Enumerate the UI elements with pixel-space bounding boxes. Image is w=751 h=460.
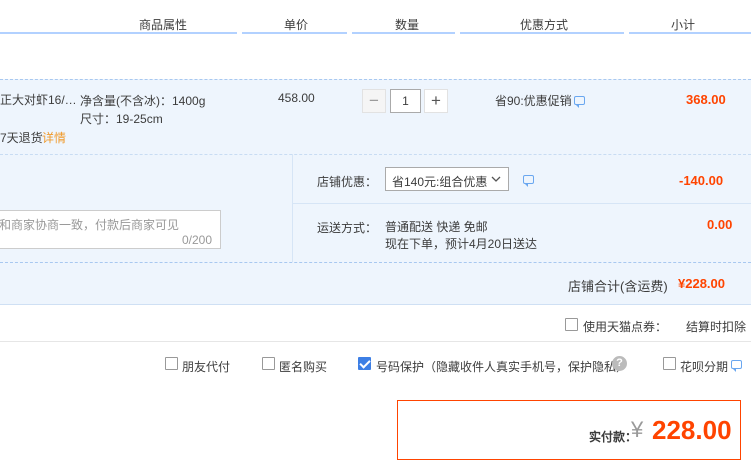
header-quantity: 数量 <box>395 18 420 32</box>
payment-summary-box: 实付款： ¥ 228.00 <box>397 400 741 460</box>
anonymous-label: 匿名购买 <box>279 360 328 374</box>
friend-pay-label: 朋友代付 <box>182 360 231 374</box>
shipping-fee: 0.00 <box>707 217 733 232</box>
divider <box>292 203 751 204</box>
shipping-eta: 现在下单，预计4月20日送达 <box>385 237 538 251</box>
chat-icon[interactable] <box>731 360 742 372</box>
huabei-checkbox[interactable] <box>663 357 676 370</box>
quantity-input[interactable]: 1 <box>390 89 421 113</box>
points-deduct-note: 结算时扣除 <box>686 320 747 334</box>
use-points-checkbox[interactable] <box>565 318 578 331</box>
payment-label: 实付款： <box>589 430 638 444</box>
shop-total-label: 店铺合计(含运费) <box>568 279 668 294</box>
use-points-label: 使用天猫点券： <box>583 320 668 334</box>
shop-total-value: ¥228.00 <box>678 276 725 291</box>
payment-amount: 228.00 <box>652 415 732 445</box>
header-underline <box>629 32 751 34</box>
header-subtotal: 小计 <box>671 18 696 32</box>
chevron-down-icon <box>491 176 501 182</box>
item-promo: 省90:优惠促销 <box>495 94 572 108</box>
huabei-label: 花呗分期 <box>680 360 729 374</box>
buyer-note-field[interactable]: 和商家协商一致，付款后商家可见 0/200 <box>0 210 221 249</box>
header-underline <box>0 32 237 34</box>
divider <box>0 341 751 342</box>
payment-currency: ¥ <box>631 417 644 442</box>
help-icon[interactable]: ? <box>612 356 627 371</box>
return-policy: 7天退货 <box>0 131 43 145</box>
buyer-note-counter: 0/200 <box>182 233 213 247</box>
shipping-method: 普通配送 快递 免邮 <box>385 220 488 234</box>
increase-quantity-button[interactable]: + <box>424 89 448 113</box>
decrease-quantity-button[interactable]: − <box>362 89 386 113</box>
item-net-weight: 净含量(不含冰)：1400g <box>80 94 206 108</box>
header-underline <box>242 32 347 34</box>
item-size: 尺寸：19-25cm <box>80 112 163 126</box>
shop-discount-label: 店铺优惠： <box>317 175 378 189</box>
chat-icon[interactable] <box>523 175 534 187</box>
number-protect-label: 号码保护（隐藏收件人真实手机号，保护隐私） <box>376 360 629 374</box>
item-name[interactable]: 正大对虾16/… <box>0 91 77 108</box>
detail-link[interactable]: 详情 <box>42 129 66 146</box>
anonymous-checkbox[interactable] <box>262 357 275 370</box>
quantity-stepper: − 1 + <box>362 89 448 114</box>
header-price: 单价 <box>284 18 309 32</box>
header-attr: 商品属性 <box>139 18 188 32</box>
shop-discount-select[interactable]: 省140元:组合优惠 <box>385 167 509 191</box>
header-underline <box>352 32 455 34</box>
item-subtotal: 368.00 <box>686 92 726 107</box>
divider <box>292 154 293 262</box>
buyer-note-placeholder: 和商家协商一致，付款后商家可见 <box>0 218 180 232</box>
shop-discount-selected: 省140元:组合优惠 <box>392 175 488 189</box>
friend-pay-checkbox[interactable] <box>165 357 178 370</box>
shop-discount-amount: -140.00 <box>679 173 724 188</box>
number-protect-checkbox[interactable] <box>358 357 371 370</box>
header-underline <box>460 32 624 34</box>
unit-price: 458.00 <box>278 91 315 105</box>
chat-icon[interactable] <box>574 96 585 108</box>
shipping-label: 运送方式： <box>317 221 378 235</box>
header-promo: 优惠方式 <box>520 18 569 32</box>
